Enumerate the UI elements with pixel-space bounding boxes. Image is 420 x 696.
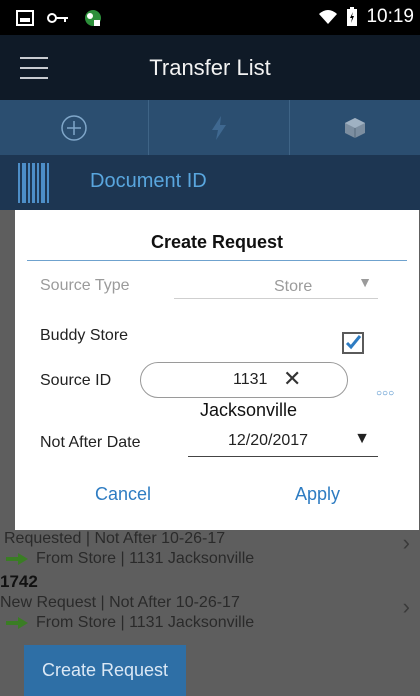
add-button[interactable] [0, 100, 148, 155]
more-options-icon[interactable]: ○○○ [376, 388, 394, 399]
status-bar-left [16, 7, 104, 29]
source-store-name: Jacksonville [200, 400, 298, 420]
list-item-meta: Requested | Not After 10-26-17 [4, 530, 226, 547]
action-toolbar [0, 100, 420, 155]
list-item-from: From Store | 1131 Jacksonville [6, 550, 254, 568]
buddy-store-label: Buddy Store [40, 327, 129, 344]
dialog-title: Create Request [150, 232, 284, 252]
status-bar-right: 10:19 [318, 6, 414, 28]
source-type-value: Store [274, 278, 313, 295]
battery-icon [347, 7, 358, 26]
network-badge-icon [85, 10, 101, 26]
arrow-right-icon [6, 617, 28, 629]
checkmark-icon [345, 335, 362, 350]
wifi-icon [319, 10, 338, 24]
dropdown-caret-icon: ▼ [358, 274, 372, 290]
document-id-label: Document ID [90, 170, 207, 192]
list-item-from-text: From Store | 1131 Jacksonville [36, 614, 255, 631]
list-item-doc-id: 1742 [0, 572, 38, 591]
not-after-date-value: 12/20/2017 [228, 432, 309, 449]
dialog-divider [27, 260, 407, 261]
list-item[interactable]: 1742 New Request | Not After 10-26-17 Fr… [0, 570, 420, 646]
barcode-icon [18, 163, 49, 203]
not-after-date-label: Not After Date [40, 434, 141, 451]
status-bar: 10:19 [0, 0, 420, 35]
buddy-store-checkbox[interactable] [342, 332, 364, 354]
apply-button[interactable]: Apply [295, 484, 340, 505]
document-scan-bar[interactable]: Document ID [0, 155, 420, 210]
cube-button[interactable] [290, 100, 420, 155]
key-icon [47, 13, 68, 23]
app-bar: Transfer List [0, 35, 420, 100]
arrow-right-icon [6, 553, 28, 565]
add-circle-icon [61, 114, 87, 141]
page-title: Transfer List [149, 55, 271, 80]
list-item-meta: New Request | Not After 10-26-17 [0, 594, 240, 611]
source-id-value: 1131 [233, 371, 268, 388]
source-id-input[interactable]: 1131 ✕ [140, 362, 348, 398]
clear-icon[interactable]: ✕ [283, 368, 301, 390]
gallery-icon [16, 10, 34, 26]
not-after-date-field[interactable]: 12/20/2017 ▼ [188, 428, 378, 457]
status-time: 10:19 [366, 6, 414, 27]
lightning-button[interactable] [149, 100, 289, 155]
chevron-right-icon: › [402, 530, 410, 555]
cancel-button[interactable]: Cancel [95, 484, 151, 505]
chevron-right-icon: › [402, 594, 410, 619]
dropdown-caret-icon: ▼ [354, 430, 370, 447]
source-type-label: Source Type [40, 277, 130, 294]
lightning-icon [212, 115, 226, 140]
create-request-button[interactable]: Create Request [24, 645, 186, 696]
cube-icon [345, 117, 365, 138]
list-item-from-text: From Store | 1131 Jacksonville [36, 550, 255, 567]
source-id-label: Source ID [40, 372, 112, 389]
list-item-from: From Store | 1131 Jacksonville [6, 614, 254, 632]
source-type-select: Store ▼ [174, 274, 378, 299]
